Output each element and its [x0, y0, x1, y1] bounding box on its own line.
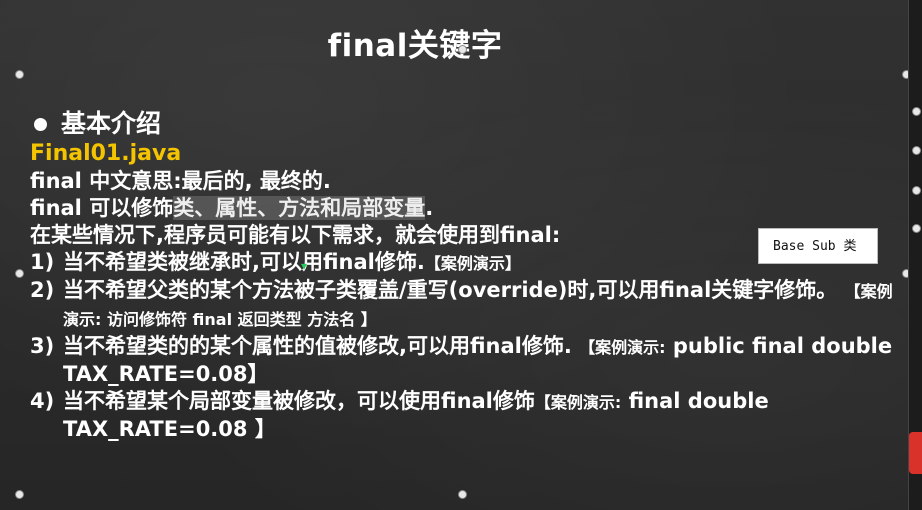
heading-text: 基本介绍: [61, 109, 162, 138]
scroll-marker[interactable]: [912, 224, 921, 233]
resize-handle[interactable]: [458, 490, 467, 499]
item-number: 2): [30, 278, 55, 302]
resize-handle[interactable]: [15, 269, 24, 278]
item-text-wrap: 当不希望类的的某个属性的值被修改,可以用final修饰. 【案例演示: publ…: [63, 333, 900, 388]
list-item: 4) 当不希望某个局部变量被修改，可以使用final修饰【案例演示: final…: [30, 388, 900, 443]
item-text-wrap: 当不希望某个局部变量被修改，可以使用final修饰【案例演示: final do…: [63, 388, 900, 443]
intro-line-2: final 可以修饰类、属性、方法和局部变量.: [30, 195, 900, 222]
item-text: 当不希望父类的某个方法被子类覆盖/重写(override)时,可以用final关…: [63, 278, 838, 302]
item-demo: 【案例演示】: [424, 254, 521, 273]
resize-handle[interactable]: [15, 490, 24, 499]
item-text: 当不希望类的的某个属性的值被修改,可以用final修饰.: [63, 334, 572, 358]
item-text: 当不希望某个局部变量被修改，可以使用final修饰: [63, 389, 535, 413]
slide: final关键字 基本介绍 Final01.java final 中文意思:最后…: [0, 0, 911, 510]
intro-line-2-prefix: final 可以修饰: [30, 196, 174, 220]
scroll-marker[interactable]: [912, 107, 921, 116]
file-name: Final01.java: [30, 141, 182, 166]
list-item: 2) 当不希望父类的某个方法被子类覆盖/重写(override)时,可以用fin…: [30, 277, 900, 333]
item-demo-prefix: 【案例演示:: [579, 338, 666, 357]
scroll-marker[interactable]: [912, 186, 921, 195]
resize-handle[interactable]: [458, 45, 467, 54]
highlighted-text: 类、属性、方法和局部变量: [173, 196, 426, 220]
item-number: 3): [30, 334, 55, 358]
cursor-icon: ▾: [301, 259, 308, 273]
list-item: 3) 当不希望类的的某个属性的值被修改,可以用final修饰. 【案例演示: p…: [30, 333, 900, 388]
resize-handle[interactable]: [15, 70, 24, 79]
slide-title: final关键字: [327, 28, 503, 64]
scroll-marker[interactable]: [912, 146, 921, 155]
item-demo-prefix: 【案例演示:: [534, 393, 622, 412]
item-text-wrap: 当不希望父类的某个方法被子类覆盖/重写(override)时,可以用final关…: [63, 277, 900, 333]
item-number: 4): [30, 389, 55, 413]
slide-content: 基本介绍 Final01.java final 中文意思:最后的, 最终的. f…: [30, 108, 900, 443]
tooltip: Base Sub 类: [758, 228, 878, 264]
intro-line-1: final 中文意思:最后的, 最终的.: [30, 169, 331, 193]
item-number: 1): [30, 250, 55, 274]
item-text: 当不希望类被继承时,可以用final修饰.: [63, 250, 425, 274]
bullet-dot-icon: [34, 117, 47, 131]
intro-line-2-suffix: .: [425, 196, 434, 220]
section-heading: 基本介绍: [30, 108, 900, 140]
app-icon[interactable]: [909, 432, 922, 474]
